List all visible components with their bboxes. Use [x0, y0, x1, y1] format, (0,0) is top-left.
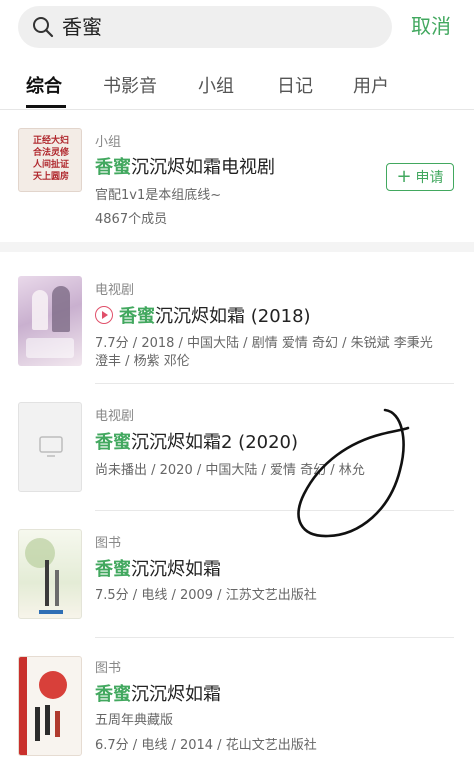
title-rest: 沉沉烬如霜 (2018) [155, 306, 311, 327]
title-rest: 沉沉烬如霜电视剧 [131, 157, 275, 178]
result-title[interactable]: 香蜜沉沉烬如霜2 (2020) [95, 428, 298, 454]
group-title[interactable]: 香蜜沉沉烬如霜电视剧 [95, 153, 275, 179]
title-rest: 沉沉烬如霜2 (2020) [131, 432, 299, 453]
result-meta: 7.5分 / 电线 / 2009 / 江苏文艺出版社 [95, 588, 317, 603]
title-highlight: 香蜜 [95, 432, 131, 453]
apply-button[interactable]: + 申请 [386, 163, 454, 191]
search-input[interactable]: 香蜜 [62, 6, 102, 48]
tab-bar: 综合 书影音 小组 日记 用户 [0, 58, 474, 110]
cancel-button[interactable]: 取消 [411, 10, 451, 39]
thumb-line-4: 天上圆房 [32, 172, 69, 182]
group-description: 官配1v1是本组底线~ [95, 188, 222, 203]
group-member-count: 4867个成员 [95, 212, 168, 227]
tab-users[interactable]: 用户 [353, 72, 389, 98]
result-edition: 五周年典藏版 [95, 713, 174, 728]
section-separator [0, 242, 474, 252]
result-type-label: 图书 [95, 536, 122, 551]
play-icon[interactable] [95, 306, 113, 324]
title-highlight: 香蜜 [119, 306, 155, 327]
thumb-line-3: 人间扯证 [32, 160, 69, 170]
title-highlight: 香蜜 [95, 559, 131, 580]
title-highlight: 香蜜 [95, 157, 131, 178]
result-type-label: 小组 [95, 135, 122, 150]
tv-placeholder-icon [39, 436, 63, 457]
result-title[interactable]: 香蜜沉沉烬如霜 [95, 555, 221, 581]
tab-groups[interactable]: 小组 [198, 72, 234, 98]
result-type-label: 图书 [95, 661, 122, 676]
thumb-line-2: 合法灵修 [32, 148, 69, 158]
active-tab-indicator [26, 105, 66, 108]
group-thumbnail: 正经大妇 合法灵修 人间扯证 天上圆房 [18, 128, 82, 192]
result-item-book-2009[interactable]: 图书 香蜜沉沉烬如霜 7.5分 / 电线 / 2009 / 江苏文艺出版社 [0, 511, 474, 637]
title-rest: 沉沉烬如霜 [131, 684, 221, 705]
tab-all[interactable]: 综合 [26, 72, 62, 98]
result-meta: 尚未播出 / 2020 / 中国大陆 / 爱情 奇幻 / 林允 [95, 463, 365, 478]
title-rest: 沉沉烬如霜 [131, 559, 221, 580]
thumb-line-1: 正经大妇 [32, 136, 69, 146]
result-meta-cont: 澄丰 / 杨紫 邓伦 [95, 354, 190, 369]
result-meta: 6.7分 / 电线 / 2014 / 花山文艺出版社 [95, 738, 317, 753]
result-item-tv-2018[interactable]: 电视剧 香蜜沉沉烬如霜 (2018) 7.7分 / 2018 / 中国大陆 / … [0, 258, 474, 383]
search-icon [33, 17, 54, 38]
book-cover [18, 656, 82, 756]
tv-poster [18, 276, 82, 366]
tab-diaries[interactable]: 日记 [277, 72, 313, 98]
tab-books-movies-music[interactable]: 书影音 [103, 72, 157, 98]
book-cover [18, 529, 82, 619]
result-type-label: 电视剧 [95, 283, 135, 298]
result-item-tv-2020[interactable]: 电视剧 香蜜沉沉烬如霜2 (2020) 尚未播出 / 2020 / 中国大陆 /… [0, 384, 474, 510]
apply-label: 申请 [415, 170, 444, 186]
plus-icon: + [396, 166, 412, 187]
result-title[interactable]: 香蜜沉沉烬如霜 [95, 680, 221, 706]
poster-placeholder [18, 402, 82, 492]
result-item-book-2014[interactable]: 图书 香蜜沉沉烬如霜 五周年典藏版 6.7分 / 电线 / 2014 / 花山文… [0, 638, 474, 777]
result-type-label: 电视剧 [95, 409, 135, 424]
title-highlight: 香蜜 [95, 684, 131, 705]
result-meta: 7.7分 / 2018 / 中国大陆 / 剧情 爱情 奇幻 / 朱锐斌 李秉光 [95, 336, 433, 351]
result-title[interactable]: 香蜜沉沉烬如霜 (2018) [95, 302, 311, 328]
search-bar[interactable]: 香蜜 [18, 6, 392, 48]
